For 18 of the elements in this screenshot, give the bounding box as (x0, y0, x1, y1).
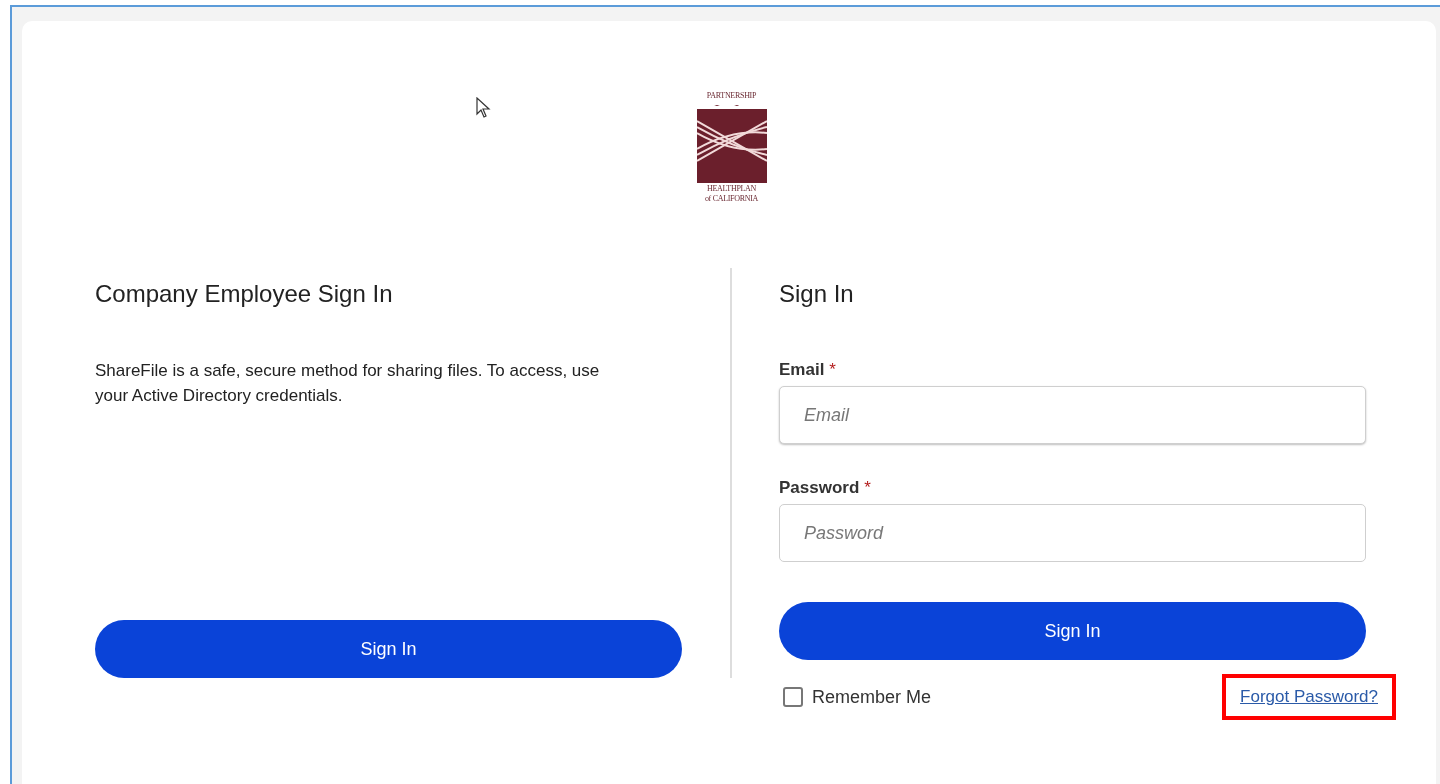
panel-heading: Company Employee Sign In (95, 280, 394, 308)
sign-in-button[interactable]: Sign In (779, 602, 1366, 660)
forgot-password-link[interactable]: Forgot Password? (1240, 686, 1378, 708)
input-field[interactable]: Email (779, 386, 1366, 444)
checkbox-label: Remember Me (812, 686, 932, 708)
logo-text: HEALTHPLAN (706, 184, 757, 193)
required-mark: * (829, 360, 836, 380)
mouse-cursor-icon (476, 97, 492, 119)
required-mark: * (864, 478, 871, 498)
field-label: Email (779, 360, 825, 380)
logo-text: of CALIFORNIA (704, 194, 759, 203)
sign-in-button[interactable]: Sign In (95, 620, 682, 678)
checkbox[interactable] (783, 687, 803, 707)
panel-heading: Sign In (779, 280, 855, 308)
input-field[interactable]: Password (779, 504, 1366, 562)
field-label: Password (779, 478, 860, 498)
logo-text: PARTNERSHIP (706, 91, 757, 100)
description-text: ShareFile is a safe, secure method for sharing files. To access, use your Active Directory credentials. (95, 360, 601, 407)
